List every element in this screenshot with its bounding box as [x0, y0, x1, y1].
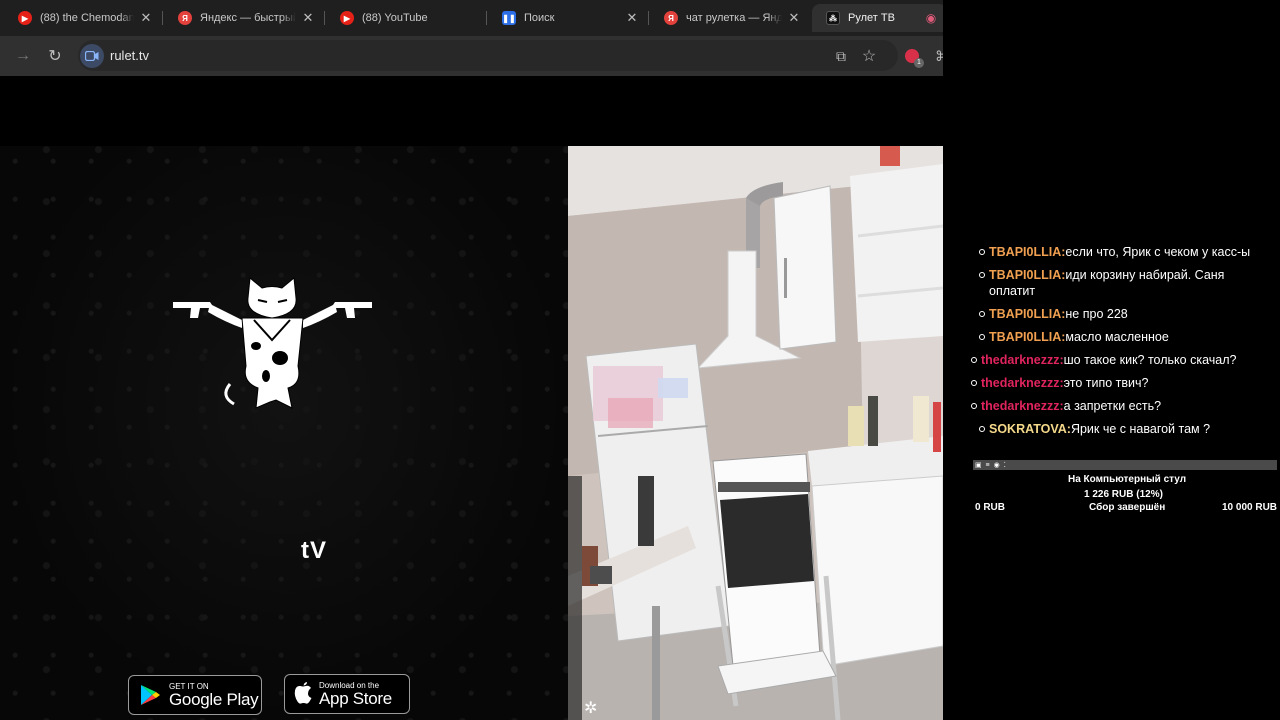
close-tab-icon[interactable]: ✕: [624, 10, 640, 26]
tab-bar: ▶ (88) the Chemodan - ✕ Я Яндекс — быстр…: [0, 0, 943, 36]
google-play-icon: [141, 685, 160, 705]
url-text: rulet.tv: [110, 48, 150, 63]
chat-text: масло масленное: [1065, 330, 1169, 344]
bullet-icon: [979, 249, 985, 255]
chat-message: thedarknezzz:шо такое кик? только скачал…: [971, 352, 1273, 368]
google-play-button[interactable]: GET IT ON Google Play: [128, 675, 262, 715]
settings-icon[interactable]: ✲: [584, 698, 604, 718]
chat-message: thedarknezzz:это типо твич?: [971, 375, 1273, 391]
promo-panel: tV GET IT ON Google Play Download on the…: [0, 146, 568, 720]
rulet-cat-logo: [170, 276, 375, 426]
chat-nick[interactable]: TBAPI0LLIA:: [989, 307, 1065, 321]
goal-title: На Компьютерный стул: [1068, 474, 1187, 485]
chat-nick[interactable]: SOKRATOVA:: [989, 422, 1071, 436]
tab-title: (88) the Chemodan -: [40, 12, 134, 24]
chat-nick[interactable]: thedarknezzz:: [981, 399, 1064, 413]
chat-text: не про 228: [1065, 307, 1128, 321]
chat-message: SOKRATOVA:Ярик че с навагой там ?: [973, 421, 1273, 437]
chat-nick[interactable]: TBAPI0LLIA:: [989, 330, 1065, 344]
chat-nick[interactable]: TBAPI0LLIA:: [989, 245, 1065, 259]
goal-min: 0 RUB: [975, 502, 1006, 513]
close-tab-icon[interactable]: ✕: [300, 10, 316, 26]
tab-youtube[interactable]: ▶ (88) YouTube: [326, 4, 487, 32]
chat-message: thedarknezzz:а запретки есть?: [971, 398, 1273, 414]
chat-nick[interactable]: thedarknezzz:: [981, 376, 1064, 390]
app-store-big-text: App Store: [319, 688, 392, 708]
bullet-icon: [979, 334, 985, 340]
goal-collected: 1 226 RUB (12%): [1084, 489, 1163, 500]
chat-text: шо такое кик? только скачал?: [1063, 353, 1237, 367]
tab-search[interactable]: ❚❚ Поиск ✕: [488, 4, 649, 32]
address-bar[interactable]: rulet.tv: [78, 40, 898, 71]
chat-message: TBAPI0LLIA:иди корзину набирай. Саня опл…: [973, 267, 1273, 299]
chat-text: Ярик че с навагой там ?: [1070, 422, 1211, 436]
tv-logo-text: tV: [301, 537, 327, 564]
record-icon[interactable]: ◉: [923, 11, 939, 25]
screen: ▶ (88) the Chemodan - ✕ Я Яндекс — быстр…: [0, 0, 1280, 720]
rulet-page: tV GET IT ON Google Play Download on the…: [0, 76, 943, 720]
reload-icon[interactable]: ↻: [43, 44, 67, 68]
extension-icon[interactable]: 1: [900, 44, 924, 68]
browser-window: ▶ (88) the Chemodan - ✕ Я Яндекс — быстр…: [0, 0, 943, 720]
site-info-icon[interactable]: [80, 43, 104, 68]
browser-toolbar: → ↻ rulet.tv ⧉ ☆ 1 ⌘: [0, 36, 943, 76]
tab-chemodan[interactable]: ▶ (88) the Chemodan - ✕: [4, 4, 163, 32]
goal-status: Сбор завершён: [1089, 502, 1166, 513]
bullet-icon: [971, 380, 977, 386]
youtube-icon: ▶: [340, 11, 354, 25]
close-tab-icon[interactable]: ✕: [138, 10, 154, 26]
chat-overlay: TBAPI0LLIA:если что, Ярик с чеком у касс…: [943, 0, 1280, 720]
bullet-icon: [979, 272, 985, 278]
tab-title: Яндекс — быстрый поиск: [200, 12, 296, 24]
chat-message: TBAPI0LLIA:если что, Ярик с чеком у касс…: [973, 244, 1273, 260]
chat-nick[interactable]: thedarknezzz:: [981, 353, 1064, 367]
chat-text: а запретки есть?: [1063, 399, 1162, 413]
bullet-icon: [971, 357, 977, 363]
webcam-video[interactable]: ✲: [568, 146, 943, 720]
bullet-icon: [979, 311, 985, 317]
chat-nick[interactable]: TBAPI0LLIA:: [989, 268, 1065, 282]
pause-icon: ❚❚: [502, 11, 516, 25]
bookmark-star-icon[interactable]: ☆: [857, 44, 881, 68]
install-app-icon[interactable]: ⧉: [829, 44, 853, 68]
rulet-icon: ⁂: [826, 11, 840, 25]
yandex-icon: Я: [178, 11, 192, 25]
apple-icon: [294, 682, 312, 704]
puzzle-icon[interactable]: ⌘: [930, 44, 943, 68]
tab-title: Рулет ТВ: [848, 12, 895, 24]
bullet-icon: [971, 403, 977, 409]
tab-title: (88) YouTube: [362, 12, 428, 24]
chat-message-list: TBAPI0LLIA:если что, Ярик с чеком у касс…: [971, 244, 1273, 444]
chat-message: TBAPI0LLIA:масло масленное: [973, 329, 1273, 345]
chat-text: если что, Ярик с чеком у касс-ы: [1065, 245, 1251, 259]
forward-icon[interactable]: →: [11, 44, 35, 68]
app-store-button[interactable]: Download on the App Store: [284, 674, 410, 714]
google-play-big-text: Google Play: [169, 689, 259, 709]
tab-title: чат рулетка — Яндекс: [686, 12, 782, 24]
youtube-icon: ▶: [18, 11, 32, 25]
yandex-icon: Я: [664, 11, 678, 25]
tab-rulet-tv[interactable]: ⁂ Рулет ТВ ◉: [812, 4, 943, 32]
kitchen-scene-image: [568, 146, 943, 720]
chat-scroll-bar[interactable]: ▣ ≡ ◉ ⁚: [973, 460, 1277, 470]
chat-message: TBAPI0LLIA:не про 228: [973, 306, 1273, 322]
chat-text: это типо твич?: [1063, 376, 1149, 390]
close-tab-icon[interactable]: ✕: [786, 10, 802, 26]
goal-max: 10 000 RUB: [1222, 502, 1278, 513]
bullet-icon: [979, 426, 985, 432]
tab-yandex[interactable]: Я Яндекс — быстрый поиск ✕: [164, 4, 325, 32]
chat-bar-controls-icon[interactable]: ▣ ≡ ◉ ⁚: [975, 461, 1007, 469]
tab-title: Поиск: [524, 12, 555, 24]
tab-chat-roulette[interactable]: Я чат рулетка — Яндекс ✕: [650, 4, 810, 32]
